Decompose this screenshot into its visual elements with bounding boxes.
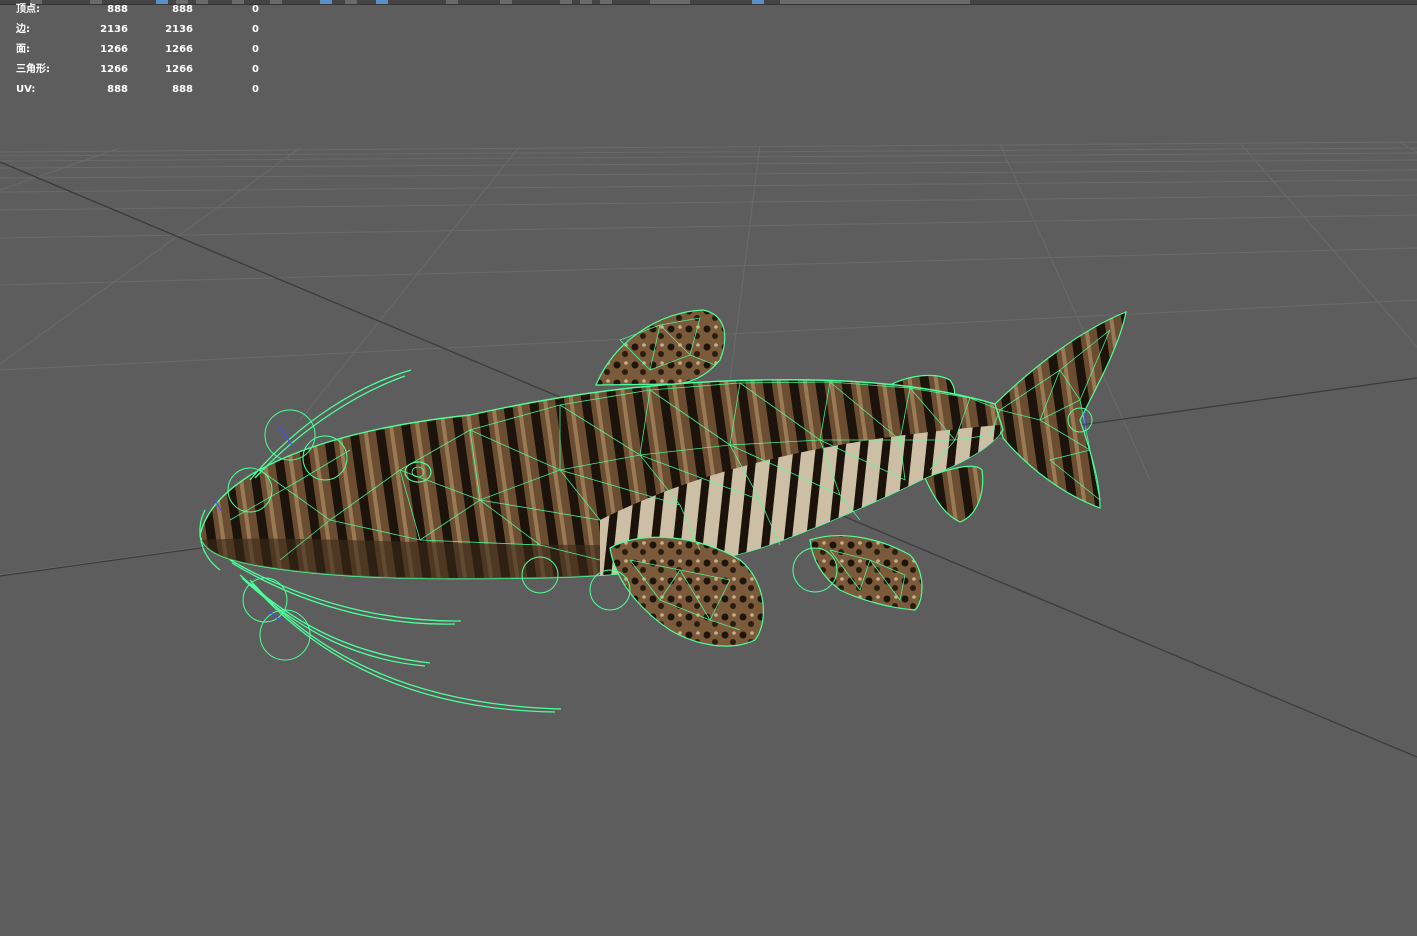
dorsal-fin xyxy=(595,309,726,386)
hud-value: 888 xyxy=(107,84,128,95)
poly-count-hud: 顶点: 888 888 0 边: 2136 2136 0 面: 1266 126… xyxy=(14,2,274,102)
hud-row-vertices: 顶点: 888 888 0 xyxy=(14,2,274,22)
hud-value: 0 xyxy=(252,4,259,15)
hud-value: 888 xyxy=(172,4,193,15)
hud-value: 1266 xyxy=(165,64,193,75)
hud-row-uvs: UV: 888 888 0 xyxy=(14,82,274,102)
hud-label: 顶点: xyxy=(16,4,40,15)
hud-value: 1266 xyxy=(100,64,128,75)
hud-value: 0 xyxy=(252,84,259,95)
hud-label: UV: xyxy=(16,84,36,95)
hud-row-faces: 面: 1266 1266 0 xyxy=(14,42,274,62)
hud-value: 2136 xyxy=(100,24,128,35)
hud-value: 0 xyxy=(252,64,259,75)
hud-value: 888 xyxy=(107,4,128,15)
hud-row-triangles: 三角形: 1266 1266 0 xyxy=(14,62,274,82)
scene-canvas[interactable] xyxy=(0,0,1417,936)
hud-value: 0 xyxy=(252,24,259,35)
hud-value: 0 xyxy=(252,44,259,55)
hud-label: 边: xyxy=(16,24,30,35)
hud-row-edges: 边: 2136 2136 0 xyxy=(14,22,274,42)
hud-label: 三角形: xyxy=(16,64,50,75)
hud-label: 面: xyxy=(16,44,30,55)
hud-value: 2136 xyxy=(165,24,193,35)
hud-value: 1266 xyxy=(100,44,128,55)
hud-value: 888 xyxy=(172,84,193,95)
hud-value: 1266 xyxy=(165,44,193,55)
3d-viewport[interactable]: 顶点: 888 888 0 边: 2136 2136 0 面: 1266 126… xyxy=(0,0,1417,936)
catfish-model[interactable] xyxy=(199,309,1127,713)
